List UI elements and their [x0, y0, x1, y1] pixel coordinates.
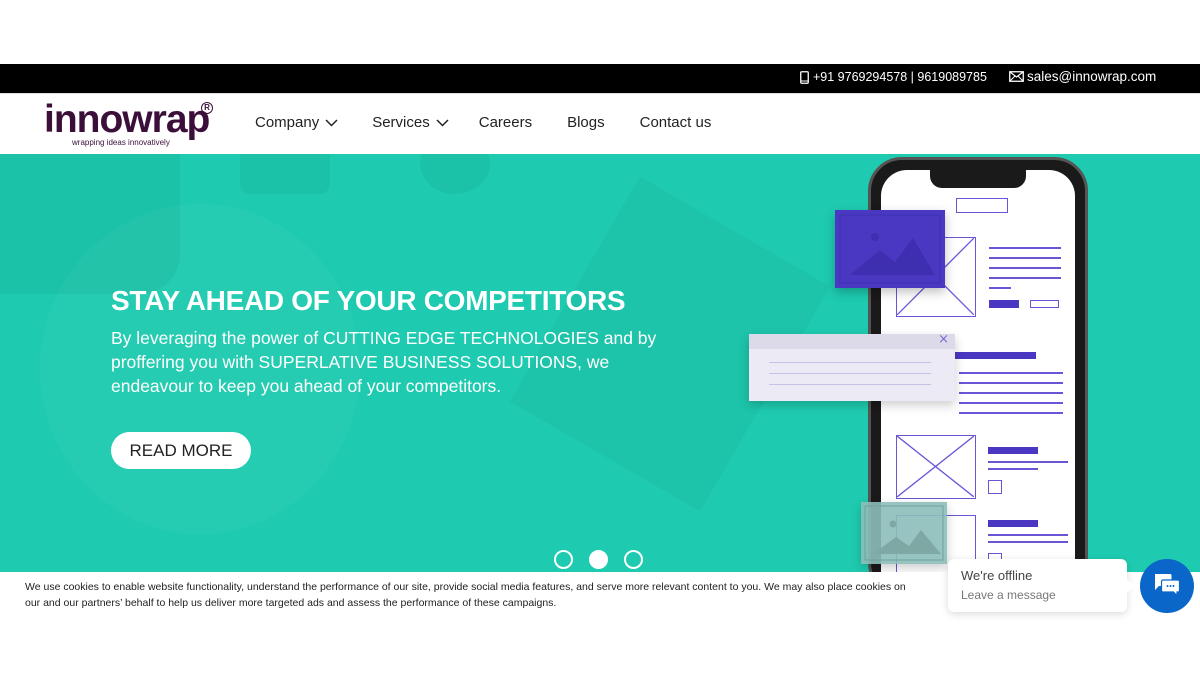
logo[interactable]: innowrap R wrapping ideas innovatively	[44, 98, 219, 150]
nav-label: Blogs	[567, 114, 605, 131]
dialog-header: ×	[749, 332, 955, 349]
nav-item-services[interactable]: Services	[372, 114, 449, 131]
wireframe-line	[989, 247, 1061, 249]
contact-bar: +91 9769294578 | 9619089785 sales@innowr…	[0, 64, 1200, 93]
logo-tagline: wrapping ideas innovatively	[72, 138, 170, 147]
wireframe-line	[959, 412, 1063, 414]
phone-contact[interactable]: +91 9769294578 | 9619089785	[800, 70, 987, 84]
wireframe-line	[988, 534, 1068, 536]
slider-pagination	[554, 550, 643, 569]
wireframe-line	[989, 287, 1011, 289]
wireframe-line	[989, 267, 1061, 269]
wireframe-heading	[946, 352, 1036, 359]
envelope-icon	[1009, 71, 1024, 82]
nav-item-careers[interactable]: Careers	[479, 114, 532, 131]
wireframe-line	[959, 382, 1063, 384]
chat-launcher-button[interactable]	[1140, 559, 1194, 613]
email-contact[interactable]: sales@innowrap.com	[1009, 69, 1156, 84]
wireframe-image	[896, 435, 976, 499]
chevron-down-icon	[325, 114, 338, 131]
phone-notch	[930, 170, 1026, 188]
leave-message-link[interactable]: Leave a message	[961, 588, 1056, 602]
cookie-text-line-2: our and our partners’ behalf to help us …	[25, 596, 557, 609]
nav-label: Contact us	[639, 114, 712, 131]
slide-dot-1[interactable]	[554, 550, 573, 569]
wireframe-heading	[988, 447, 1038, 454]
hero-title: STAY AHEAD OF YOUR COMPETITORS	[111, 285, 626, 316]
chat-status: We're offline	[961, 568, 1033, 583]
wireframe-line	[959, 372, 1063, 374]
nav-label: Careers	[478, 114, 533, 131]
nav-item-contact-us[interactable]: Contact us	[640, 114, 712, 131]
nav-label: Company	[255, 114, 320, 131]
hero-slider: × STAY AHEAD OF YOUR COMPETITORS By leve…	[0, 154, 1200, 572]
cookie-text: We use cookies to enable website functio…	[25, 580, 955, 611]
image-card-illustration	[835, 210, 945, 288]
dialog-line	[769, 362, 931, 363]
mobile-phone-icon	[800, 70, 809, 84]
hero-subtitle: By leveraging the power of CUTTING EDGE …	[111, 328, 657, 396]
dialog-line	[769, 373, 931, 374]
registered-mark: R	[201, 102, 213, 114]
email-address: sales@innowrap.com	[1027, 69, 1157, 84]
nav-item-blogs[interactable]: Blogs	[567, 114, 605, 131]
background-device-shape	[240, 154, 330, 194]
wireframe-line	[988, 468, 1038, 470]
phone-numbers: +91 9769294578 | 9619089785	[813, 70, 987, 84]
site-header: innowrap R wrapping ideas innovatively C…	[0, 93, 1200, 154]
logo-wordmark: innowrap	[44, 98, 210, 141]
read-more-button[interactable]: READ MORE	[111, 432, 251, 469]
wireframe-line	[988, 461, 1068, 463]
wireframe-button-outline	[1030, 300, 1059, 308]
wireframe-heading	[988, 520, 1038, 527]
page: +91 9769294578 | 9619089785 sales@innowr…	[0, 0, 1200, 678]
wireframe-line	[989, 257, 1061, 259]
chat-bubbles-icon	[1153, 572, 1181, 600]
wireframe-line	[959, 402, 1063, 404]
slide-dot-2-active[interactable]	[589, 550, 608, 569]
slide-dot-3[interactable]	[624, 550, 643, 569]
main-nav: Company Services Careers Blogs Contact u…	[255, 114, 711, 131]
nav-item-company[interactable]: Company	[255, 114, 338, 131]
chevron-down-icon	[436, 114, 449, 131]
wireframe-line	[959, 392, 1063, 394]
background-shape	[420, 154, 490, 194]
dialog-line	[769, 384, 931, 385]
close-icon: ×	[938, 332, 949, 347]
wireframe-checkbox	[988, 480, 1002, 494]
wireframe-box	[956, 198, 1008, 213]
wireframe-line	[989, 277, 1061, 279]
wireframe-button	[989, 300, 1019, 308]
dialog-illustration: ×	[749, 332, 955, 401]
nav-label: Services	[372, 114, 430, 131]
wireframe-line	[988, 541, 1068, 543]
cookie-text-line-1: We use cookies to enable website functio…	[25, 581, 906, 593]
image-card-illustration-green	[861, 502, 947, 564]
chat-status-bubble[interactable]: We're offline Leave a message	[948, 559, 1127, 612]
